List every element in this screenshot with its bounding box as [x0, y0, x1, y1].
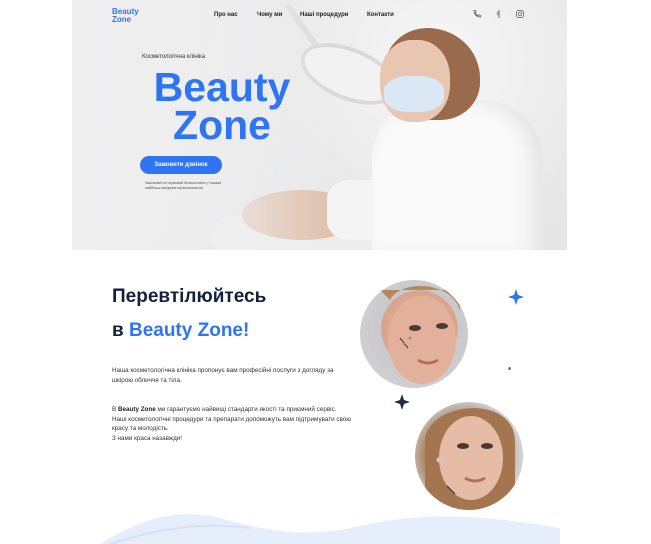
- nav-link-why-us[interactable]: Чому ми: [257, 12, 282, 18]
- heading-accent: Beauty Zone!: [128, 320, 250, 341]
- right-margin: [567, 0, 651, 250]
- star-icon-blue: [508, 289, 524, 305]
- face-mask: [384, 76, 444, 112]
- face-illustration-1: [380, 286, 460, 384]
- hero-title-line1: Beauty: [153, 64, 291, 110]
- face-illustration-2: [425, 408, 515, 510]
- intro-paragraph-2: В Beauty Zone ми гарантуємо найвищі стан…: [112, 405, 352, 443]
- phone-icon[interactable]: [472, 9, 482, 19]
- top-navigation: Beauty Zone Про нас Чому ми Наші процеду…: [0, 0, 651, 30]
- face-photo-before: [360, 280, 468, 388]
- logo[interactable]: Beauty Zone: [112, 8, 139, 24]
- p2-last: З нами краса назавжди!: [112, 434, 183, 442]
- hero-kicker: Косметологічна клініка: [142, 54, 206, 60]
- order-call-button[interactable]: Замовити дзвінок: [140, 156, 222, 174]
- nav-link-procedures[interactable]: Наші процедури: [300, 12, 348, 18]
- cosmetologist-coat: [372, 100, 542, 250]
- hero-note: Замовляй не нервовий безкоштовно у нашим…: [145, 181, 221, 190]
- section-heading-line1: Перевтілюйтесь: [112, 286, 267, 307]
- viber-icon[interactable]: [493, 9, 503, 19]
- decor-wave: [100, 514, 560, 544]
- instagram-icon[interactable]: [515, 9, 525, 19]
- section-heading-line2: в Beauty Zone!: [112, 320, 249, 342]
- decor-dot: [508, 367, 511, 370]
- hero-title: Beauty Zone: [142, 64, 302, 148]
- p2-brand: Beauty Zone: [117, 406, 156, 413]
- nav-link-contacts[interactable]: Контакти: [367, 12, 394, 18]
- star-icon-dark: [394, 394, 410, 410]
- nav-link-about[interactable]: Про нас: [214, 12, 238, 18]
- left-margin: [0, 0, 72, 250]
- hero-title-line2: Zone: [173, 102, 271, 148]
- heading-prefix: в: [112, 320, 129, 341]
- face-photo-after: [415, 402, 523, 510]
- intro-paragraph-1: Наша косметологічна клініка пропонує вам…: [112, 367, 334, 384]
- landing-page: Beauty Zone Про нас Чому ми Наші процеду…: [0, 0, 651, 544]
- logo-line2: Zone: [112, 15, 132, 24]
